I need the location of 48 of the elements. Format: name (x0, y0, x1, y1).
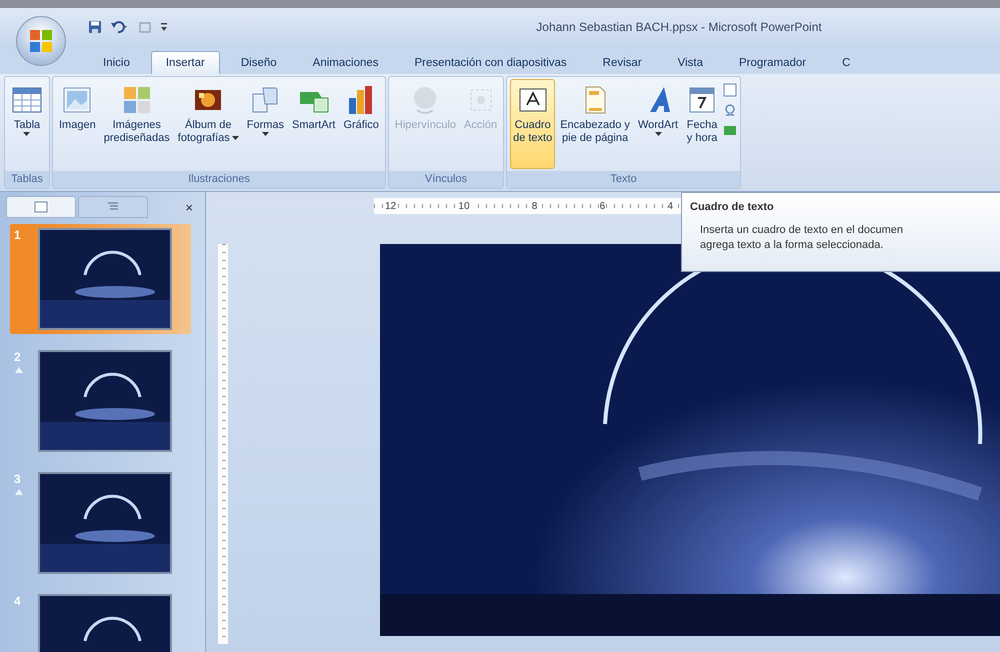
ribbon-tab[interactable]: Presentación con diapositivas (400, 51, 582, 74)
close-button[interactable]: × (179, 200, 199, 214)
media-icon[interactable] (723, 123, 738, 137)
ribbon-button[interactable]: SmartArt (289, 79, 338, 169)
slide-number: 1 (14, 228, 22, 242)
ruler-label: 4 (666, 200, 674, 212)
slide-number: 4 (14, 594, 22, 608)
customize-toolbar-icon[interactable] (160, 21, 168, 33)
ribbon-tab[interactable]: Insertar (150, 51, 220, 74)
ribbon-button[interactable]: Encabezado y pie de página (557, 79, 633, 169)
slide-number: 3 (14, 472, 22, 486)
symbol-icon[interactable] (723, 103, 738, 117)
ruler-label: 12 (384, 200, 398, 212)
ribbon-tab[interactable]: C (827, 51, 866, 74)
slides-tab[interactable] (6, 196, 76, 218)
group-label: Vínculos (388, 171, 504, 188)
office-logo-icon (28, 28, 54, 54)
ribbon-button[interactable]: Imágenes prediseñadas (100, 79, 173, 169)
group-label: Texto (507, 171, 740, 188)
slides-icon (34, 201, 48, 213)
save-icon[interactable] (88, 20, 102, 34)
ruler-label: 8 (530, 200, 538, 212)
ribbon-tab[interactable]: Programador (724, 51, 822, 74)
undo-icon[interactable] (110, 20, 130, 34)
outline-icon (106, 201, 120, 213)
ribbon-button[interactable]: Tabla (8, 79, 46, 169)
ruler-label: 6 (598, 200, 606, 212)
ruler-label: 10 (457, 200, 471, 212)
ribbon-tab[interactable]: Revisar (588, 51, 657, 74)
slide-number: 2 (14, 350, 22, 364)
ribbon-tab[interactable]: Inicio (88, 51, 145, 74)
ribbon-button[interactable]: Fecha y hora (683, 79, 722, 169)
ribbon-tab[interactable]: Vista (662, 51, 718, 74)
ribbon-button[interactable]: Imagen (56, 79, 99, 169)
object-icon[interactable] (723, 83, 738, 97)
ribbon-tab[interactable]: Animaciones (298, 51, 394, 74)
ribbon-button[interactable]: Cuadro de texto (510, 79, 556, 169)
tooltip-title: Cuadro de texto (690, 201, 775, 213)
ribbon-button[interactable]: Gráfico (340, 79, 382, 169)
group-label: Ilustraciones (53, 171, 385, 188)
group-label: Tablas (5, 171, 49, 188)
ribbon-button[interactable]: Formas (244, 79, 288, 169)
redo-icon[interactable] (138, 20, 152, 34)
ribbon-tab[interactable]: Diseño (226, 51, 292, 74)
tooltip-text: Inserta un cuadro de texto en el documen agrega texto a la forma seleccionada. (700, 223, 904, 253)
ribbon-button[interactable]: WordArt (634, 79, 682, 169)
ribbon-button[interactable]: Álbum de fotografías (174, 79, 242, 169)
window-title: Johann Sebastian BACH.ppsx - Microsoft PowerPoint (535, 20, 823, 34)
